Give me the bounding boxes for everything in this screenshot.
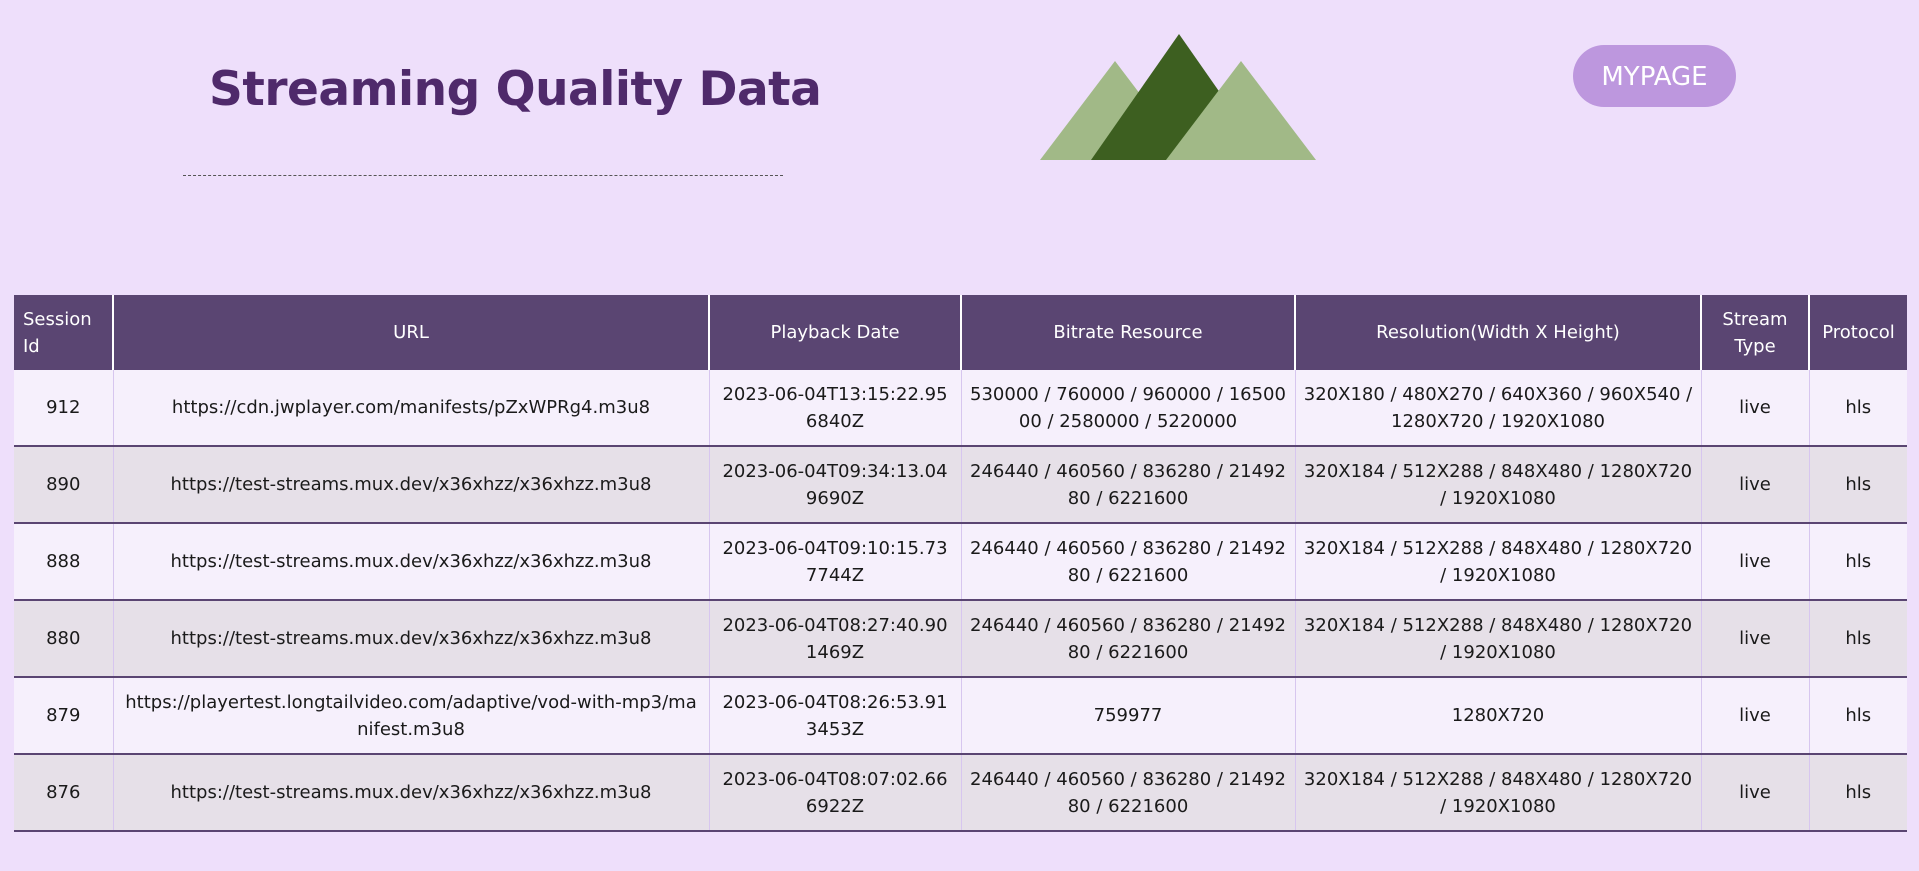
- cell-session-id: 890: [14, 446, 113, 524]
- column-header-playback-date[interactable]: Playback Date: [708, 295, 961, 370]
- cell-playback-date: 2023-06-04T13:15:22.956840Z: [708, 370, 961, 447]
- cell-url: https://test-streams.mux.dev/x36xhzz/x36…: [112, 446, 709, 524]
- cell-protocol: hls: [1808, 370, 1907, 447]
- cell-resolution: 320X184 / 512X288 / 848X480 / 1280X720 /…: [1294, 523, 1701, 601]
- cell-bitrate: 246440 / 460560 / 836280 / 2149280 / 622…: [960, 754, 1295, 832]
- cell-session-id: 912: [14, 370, 113, 447]
- column-header-bitrate[interactable]: Bitrate Resource: [960, 295, 1295, 370]
- column-header-stream-type[interactable]: Stream Type: [1700, 295, 1809, 370]
- streaming-data-table: Session Id URL Playback Date Bitrate Res…: [14, 295, 1907, 832]
- cell-session-id: 888: [14, 523, 113, 601]
- cell-url: https://playertest.longtailvideo.com/ada…: [112, 677, 709, 755]
- cell-resolution: 320X180 / 480X270 / 640X360 / 960X540 / …: [1294, 370, 1701, 447]
- mountains-icon: [1040, 34, 1316, 160]
- cell-protocol: hls: [1808, 446, 1907, 524]
- cell-url: https://cdn.jwplayer.com/manifests/pZxWP…: [112, 370, 709, 447]
- cell-protocol: hls: [1808, 677, 1907, 755]
- column-header-resolution[interactable]: Resolution(Width X Height): [1294, 295, 1701, 370]
- cell-playback-date: 2023-06-04T08:07:02.666922Z: [708, 754, 961, 832]
- cell-playback-date: 2023-06-04T09:10:15.737744Z: [708, 523, 961, 601]
- cell-bitrate: 530000 / 760000 / 960000 / 1650000 / 258…: [960, 370, 1295, 447]
- cell-playback-date: 2023-06-04T08:26:53.913453Z: [708, 677, 961, 755]
- cell-resolution: 320X184 / 512X288 / 848X480 / 1280X720 /…: [1294, 754, 1701, 832]
- page-title: Streaming Quality Data: [209, 62, 822, 117]
- table-header-row: Session Id URL Playback Date Bitrate Res…: [14, 295, 1907, 370]
- cell-protocol: hls: [1808, 754, 1907, 832]
- column-header-protocol[interactable]: Protocol: [1808, 295, 1907, 370]
- cell-url: https://test-streams.mux.dev/x36xhzz/x36…: [112, 523, 709, 601]
- cell-stream-type: live: [1700, 600, 1809, 678]
- cell-session-id: 876: [14, 754, 113, 832]
- cell-bitrate: 246440 / 460560 / 836280 / 2149280 / 622…: [960, 446, 1295, 524]
- table-row[interactable]: 879 https://playertest.longtailvideo.com…: [14, 677, 1907, 755]
- cell-bitrate: 759977: [960, 677, 1295, 755]
- table-row[interactable]: 880 https://test-streams.mux.dev/x36xhzz…: [14, 600, 1907, 678]
- cell-resolution: 320X184 / 512X288 / 848X480 / 1280X720 /…: [1294, 446, 1701, 524]
- cell-protocol: hls: [1808, 523, 1907, 601]
- cell-url: https://test-streams.mux.dev/x36xhzz/x36…: [112, 754, 709, 832]
- cell-stream-type: live: [1700, 446, 1809, 524]
- title-divider: [183, 175, 783, 176]
- cell-url: https://test-streams.mux.dev/x36xhzz/x36…: [112, 600, 709, 678]
- mypage-button[interactable]: MYPAGE: [1573, 45, 1736, 107]
- cell-stream-type: live: [1700, 370, 1809, 447]
- cell-stream-type: live: [1700, 677, 1809, 755]
- cell-resolution: 320X184 / 512X288 / 848X480 / 1280X720 /…: [1294, 600, 1701, 678]
- table-row[interactable]: 888 https://test-streams.mux.dev/x36xhzz…: [14, 523, 1907, 601]
- table-row[interactable]: 876 https://test-streams.mux.dev/x36xhzz…: [14, 754, 1907, 832]
- cell-session-id: 880: [14, 600, 113, 678]
- cell-playback-date: 2023-06-04T09:34:13.049690Z: [708, 446, 961, 524]
- cell-playback-date: 2023-06-04T08:27:40.901469Z: [708, 600, 961, 678]
- cell-stream-type: live: [1700, 523, 1809, 601]
- cell-stream-type: live: [1700, 754, 1809, 832]
- cell-bitrate: 246440 / 460560 / 836280 / 2149280 / 622…: [960, 600, 1295, 678]
- table-row[interactable]: 912 https://cdn.jwplayer.com/manifests/p…: [14, 370, 1907, 447]
- table-row[interactable]: 890 https://test-streams.mux.dev/x36xhzz…: [14, 446, 1907, 524]
- page: Streaming Quality Data MYPAGE Session Id…: [0, 0, 1919, 871]
- cell-session-id: 879: [14, 677, 113, 755]
- column-header-url[interactable]: URL: [112, 295, 709, 370]
- cell-protocol: hls: [1808, 600, 1907, 678]
- cell-bitrate: 246440 / 460560 / 836280 / 2149280 / 622…: [960, 523, 1295, 601]
- cell-resolution: 1280X720: [1294, 677, 1701, 755]
- column-header-session-id[interactable]: Session Id: [14, 295, 113, 370]
